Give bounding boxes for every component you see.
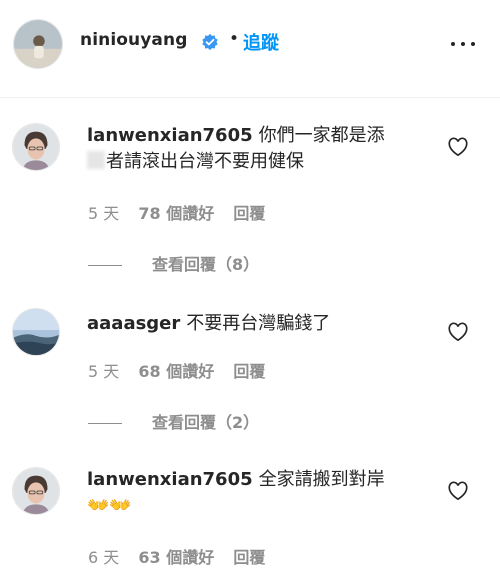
- comment-text: 不要再台灣騙錢了: [186, 313, 331, 334]
- reply-button[interactable]: 回覆: [233, 362, 265, 381]
- comment-meta: 5 天 78 個讚好 回覆: [88, 200, 279, 224]
- comment-author[interactable]: lanwenxian7605: [87, 469, 253, 490]
- redacted-text: [87, 151, 105, 169]
- comment-text: 者請滾出台灣不要用健保: [106, 151, 304, 172]
- commenter-avatar[interactable]: [12, 308, 60, 356]
- verified-badge-icon: [202, 33, 218, 51]
- comment-body: aaaasger 不要再台灣騙錢了: [87, 311, 427, 337]
- like-heart-icon[interactable]: [447, 137, 469, 157]
- divider-line: [88, 265, 122, 266]
- comment-author[interactable]: aaaasger: [87, 313, 180, 334]
- comment-body: lanwenxian7605 全家請搬到對岸 👐👐: [87, 467, 427, 519]
- follow-button[interactable]: 追蹤: [243, 29, 279, 55]
- comment-author[interactable]: lanwenxian7605: [87, 125, 253, 146]
- divider-line: [88, 423, 122, 424]
- comment-text: 全家請搬到對岸: [258, 469, 385, 490]
- hands-emoji: 👐👐: [87, 495, 132, 516]
- commenter-avatar[interactable]: [12, 467, 60, 515]
- view-replies-label: 查看回覆（2）: [152, 413, 260, 432]
- separator-dot: •: [229, 29, 240, 49]
- like-heart-icon[interactable]: [447, 481, 469, 501]
- like-heart-icon[interactable]: [447, 322, 469, 342]
- comment-text: 你們一家都是添: [258, 125, 385, 146]
- comment-age: 5 天: [88, 362, 120, 381]
- comment-likes[interactable]: 68 個讚好: [138, 362, 214, 381]
- reply-button[interactable]: 回覆: [233, 548, 265, 567]
- comment-meta: 6 天 63 個讚好 回覆: [88, 544, 279, 568]
- comment-body: lanwenxian7605 你們一家都是添 者請滾出台灣不要用健保: [87, 123, 427, 175]
- comment-age: 6 天: [88, 548, 120, 567]
- view-replies-button[interactable]: 查看回覆（8）: [88, 251, 259, 275]
- more-options-icon[interactable]: [449, 34, 477, 54]
- reply-button[interactable]: 回覆: [233, 204, 265, 223]
- comment-likes[interactable]: 78 個讚好: [138, 204, 214, 223]
- comment-age: 5 天: [88, 204, 120, 223]
- poster-avatar[interactable]: [13, 19, 63, 69]
- comment-likes[interactable]: 63 個讚好: [138, 548, 214, 567]
- view-replies-button[interactable]: 查看回覆（2）: [88, 409, 259, 433]
- commenter-avatar[interactable]: [12, 123, 60, 171]
- view-replies-label: 查看回覆（8）: [152, 255, 260, 274]
- comment-meta: 5 天 68 個讚好 回覆: [88, 358, 279, 382]
- poster-username[interactable]: niniouyang: [80, 30, 187, 50]
- post-header: niniouyang • 追蹤: [0, 0, 500, 98]
